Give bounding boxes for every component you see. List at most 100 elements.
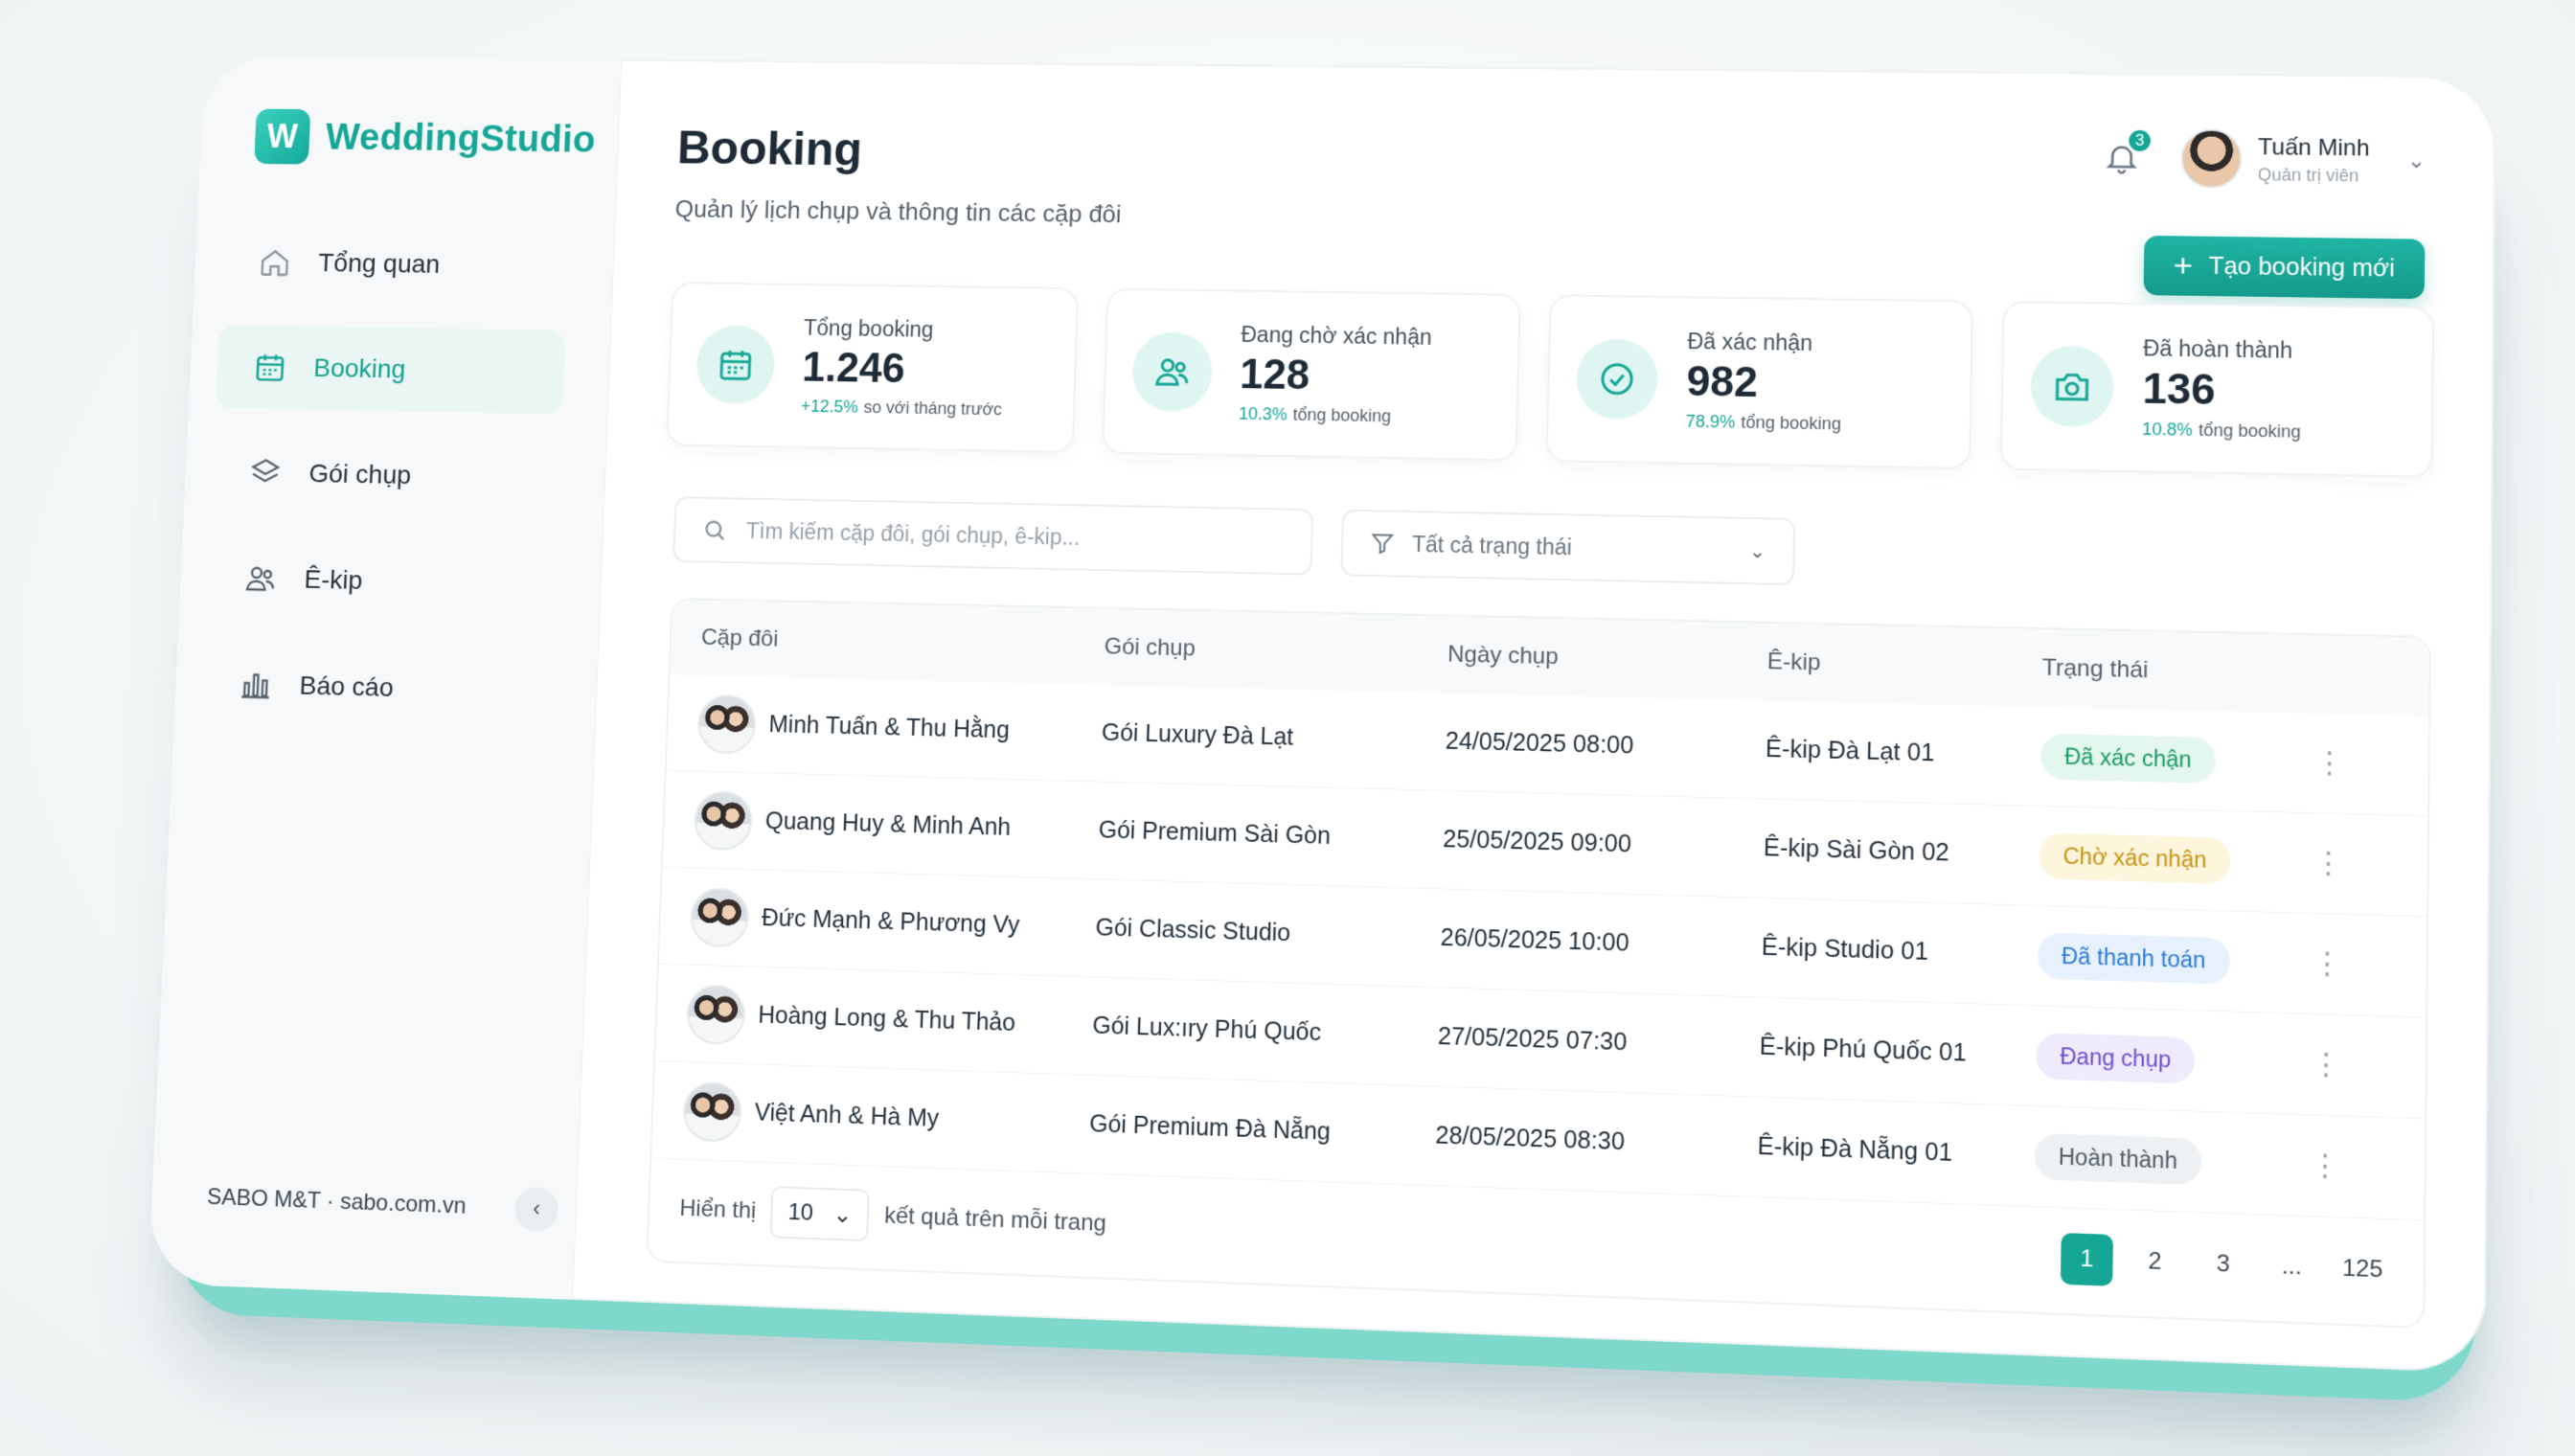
users-icon	[243, 561, 278, 596]
chevron-down-icon: ⌄	[1749, 538, 1766, 562]
notification-button[interactable]: 3	[2098, 134, 2146, 180]
page-subtitle: Quản lý lịch chụp và thông tin các cặp đ…	[674, 194, 1122, 229]
date-cell: 28/05/2025 08:30	[1435, 1122, 1758, 1161]
column-header[interactable]: Ê-kip	[1766, 648, 2041, 682]
page-button-last[interactable]: 125	[2334, 1242, 2391, 1296]
user-name: Tuấn Minh	[2258, 134, 2370, 162]
stat-value: 982	[1686, 358, 1842, 409]
logo-icon: W	[254, 109, 310, 165]
page-button-1[interactable]: 1	[2061, 1233, 2113, 1286]
chevron-left-icon: ‹	[533, 1195, 541, 1222]
sidebar-item-team[interactable]: Ê-kip	[206, 535, 557, 626]
couple-name: Quang Huy & Minh Anh	[764, 808, 1011, 842]
stat-note-text: tổng booking	[1292, 405, 1391, 426]
user-menu[interactable]: Tuấn Minh Quản trị viên ⌄	[2180, 128, 2426, 191]
stat-percent: +12.5%	[801, 397, 858, 417]
per-page-select[interactable]: 10 ⌄	[770, 1186, 870, 1241]
status-badge: Đã thanh toán	[2038, 933, 2230, 985]
app-logo[interactable]: W WeddingStudio	[254, 109, 597, 168]
couple-cell: Việt Anh & Hà My	[682, 1081, 1090, 1153]
bookings-table: Cặp đôi Gói chụp Ngày chụp Ê-kip Trạng t…	[646, 598, 2431, 1329]
stat-card-total: Tổng booking 1.246 +12.5% so với tháng tr…	[666, 282, 1078, 453]
status-filter-select[interactable]: Tất cả trạng thái ⌄	[1340, 510, 1795, 585]
sidebar-item-packages[interactable]: Gói chụp	[211, 430, 561, 520]
couple-name: Hoàng Long & Thu Thảo	[758, 1002, 1016, 1037]
more-options-icon[interactable]: ⋮	[2298, 846, 2359, 882]
team-cell: Ê-kip Đà Nẵng 01	[1757, 1132, 2035, 1171]
more-options-icon[interactable]: ⋮	[2299, 745, 2359, 781]
stat-note: 10.8% tổng booking	[2142, 420, 2301, 443]
stat-card-completed: Đã hoàn thành 136 10.8% tổng booking	[1999, 301, 2434, 478]
more-options-icon[interactable]: ⋮	[2297, 945, 2358, 982]
sidebar-item-label: Ê-kip	[304, 564, 363, 595]
stat-note: 78.9% tổng booking	[1685, 412, 1841, 435]
page-title: Booking	[676, 121, 863, 176]
couple-cell: Quang Huy & Minh Anh	[694, 790, 1100, 860]
couple-cell: Đức Mạnh & Phương Vy	[690, 887, 1097, 958]
more-options-icon[interactable]: ⋮	[2296, 1047, 2357, 1083]
couple-avatar	[696, 694, 757, 754]
sidebar: W WeddingStudio Tổng quan Booking Gói ch…	[148, 56, 622, 1300]
column-header[interactable]: Ngày chụp	[1447, 642, 1767, 676]
filter-icon	[1370, 531, 1396, 556]
app-screen: W WeddingStudio Tổng quan Booking Gói ch…	[148, 56, 2495, 1374]
status-cell: Chờ xác nhận	[2039, 832, 2298, 885]
stat-percent: 78.9%	[1685, 412, 1735, 432]
couple-avatar	[686, 984, 746, 1045]
main-content: Booking Quản lý lịch chụp và thông tin c…	[573, 59, 2496, 1374]
check-circle-icon	[1576, 338, 1658, 420]
notification-badge: 3	[2126, 127, 2153, 154]
team-cell: Ê-kip Studio 01	[1761, 933, 2038, 969]
status-badge: Hoàn thành	[2034, 1133, 2201, 1185]
users-icon	[1131, 331, 1213, 412]
status-cell: Đã thanh toán	[2038, 933, 2298, 987]
show-label: Hiển thị	[679, 1195, 757, 1225]
couple-name: Việt Anh & Hà My	[754, 1099, 939, 1133]
more-options-icon[interactable]: ⋮	[2294, 1148, 2356, 1184]
column-header[interactable]: Cặp đôi	[700, 625, 1105, 660]
sidebar-item-overview[interactable]: Tổng quan	[220, 220, 569, 308]
stat-label: Đã hoàn thành	[2143, 335, 2302, 364]
sidebar-nav: Tổng quan Booking Gói chụp Ê-kip Báo cáo	[200, 220, 570, 757]
status-cell: Hoàn thành	[2034, 1133, 2295, 1189]
plus-icon: +	[2173, 249, 2193, 282]
team-cell: Ê-kip Đà Lạt 01	[1766, 736, 2041, 770]
package-cell: Gói Premium Đà Nẵng	[1089, 1110, 1436, 1150]
date-cell: 25/05/2025 09:00	[1443, 826, 1764, 862]
stat-note-text: tổng booking	[1741, 413, 1841, 434]
stat-percent: 10.8%	[2142, 420, 2193, 440]
topbar: 3 Tuấn Minh Quản trị viên ⌄	[2098, 127, 2427, 191]
user-role: Quản trị viên	[2258, 165, 2370, 186]
page-ellipsis: ...	[2266, 1240, 2318, 1294]
sidebar-item-label: Tổng quan	[318, 248, 441, 280]
stat-percent: 10.3%	[1239, 404, 1288, 424]
page-button-3[interactable]: 3	[2197, 1238, 2249, 1291]
new-booking-button[interactable]: + Tạo booking mới	[2143, 236, 2425, 299]
bar-chart-icon	[239, 668, 273, 702]
collapse-sidebar-button[interactable]: ‹	[514, 1187, 559, 1233]
status-badge: Đã xác chận	[2040, 734, 2216, 784]
search-input[interactable]	[745, 518, 1272, 555]
couple-cell: Minh Tuấn & Thu Hằng	[696, 694, 1102, 762]
date-cell: 24/05/2025 08:00	[1445, 728, 1766, 763]
pagination: ‹ 1 2 3 ... 125 ›	[2061, 1233, 2391, 1296]
team-cell: Ê-kip Phú Quốc 01	[1759, 1033, 2036, 1070]
status-cell: Đang chụp	[2036, 1033, 2296, 1087]
stat-note-text: tổng booking	[2199, 421, 2301, 442]
sidebar-item-label: Booking	[313, 353, 406, 384]
column-header[interactable]: Gói chụp	[1104, 634, 1447, 669]
device-frame: W WeddingStudio Tổng quan Booking Gói ch…	[148, 56, 2495, 1374]
couple-name: Minh Tuấn & Thu Hằng	[768, 711, 1010, 744]
page-button-2[interactable]: 2	[2129, 1236, 2181, 1289]
footer-credit: SABO M&T · sabo.com.vn	[206, 1184, 467, 1220]
date-cell: 26/05/2025 10:00	[1440, 924, 1762, 962]
sidebar-item-reports[interactable]: Báo cáo	[201, 642, 553, 735]
package-cell: Gói Classic Studio	[1095, 914, 1441, 952]
stat-label: Đang chờ xác nhận	[1241, 322, 1432, 351]
date-cell: 27/05/2025 07:30	[1438, 1023, 1760, 1061]
sidebar-item-booking[interactable]: Booking	[216, 325, 565, 414]
column-header[interactable]: Trạng thái	[2042, 654, 2301, 688]
stat-value: 136	[2142, 365, 2301, 416]
couple-avatar	[690, 887, 750, 947]
status-badge: Chờ xác nhận	[2039, 832, 2230, 883]
